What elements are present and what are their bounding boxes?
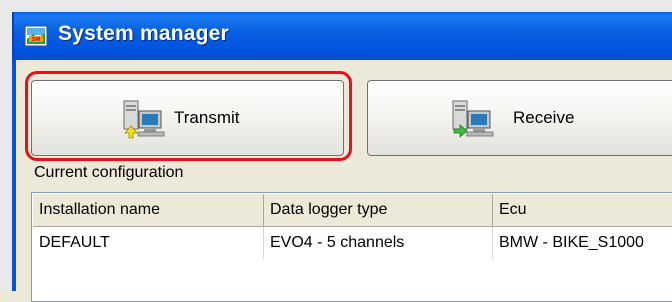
column-header-data-logger-type[interactable]: Data logger type xyxy=(264,194,493,226)
table-row[interactable]: DEFAULT EVO4 - 5 channels BMW - BIKE_S10… xyxy=(33,227,672,259)
receive-label: Receive xyxy=(513,108,575,127)
configuration-table[interactable]: Installation name Data logger type Ecu D… xyxy=(31,192,672,302)
main-content: Transmit Receive Current configuration I… xyxy=(12,60,672,302)
cell-data-logger-type: EVO4 - 5 channels xyxy=(264,227,493,259)
current-configuration-label: Current configuration xyxy=(34,164,184,181)
title-bar[interactable]: SM System manager xyxy=(12,12,672,60)
transmit-button[interactable]: Transmit xyxy=(31,80,344,156)
column-header-installation-name[interactable]: Installation name xyxy=(33,194,264,226)
table-header: Installation name Data logger type Ecu xyxy=(33,194,672,227)
column-header-ecu[interactable]: Ecu xyxy=(493,194,672,226)
transmit-label: Transmit xyxy=(174,108,240,127)
window-title: System manager xyxy=(58,22,229,45)
computer-transmit-icon xyxy=(123,100,165,139)
computer-receive-icon xyxy=(452,100,494,138)
receive-button[interactable]: Receive xyxy=(367,80,672,156)
cell-ecu: BMW - BIKE_S1000 xyxy=(499,234,644,251)
svg-text:SM: SM xyxy=(32,37,41,43)
cell-installation-name: DEFAULT xyxy=(33,227,264,259)
system-manager-app-icon: SM xyxy=(24,25,48,47)
